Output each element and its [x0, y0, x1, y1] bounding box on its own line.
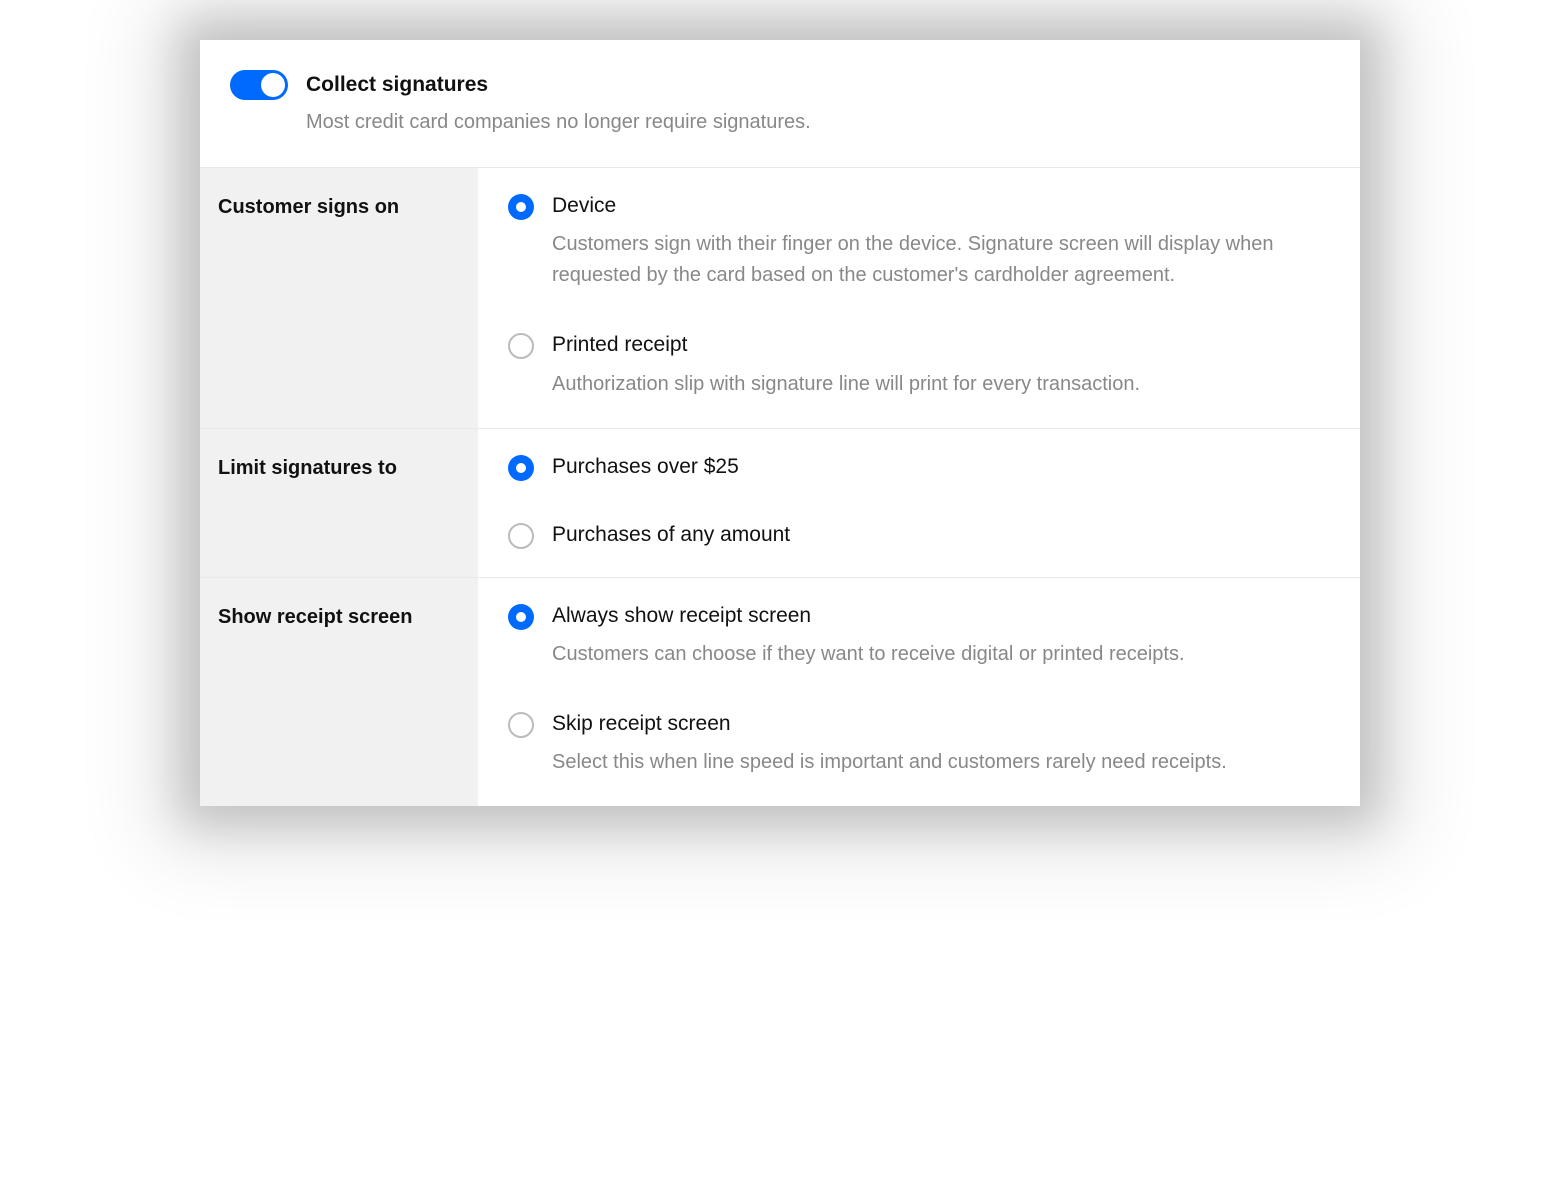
option-purchases-any-amount[interactable]: Purchases of any amount: [508, 521, 1330, 549]
option-desc: Authorization slip with signature line w…: [552, 369, 1140, 400]
option-title: Device: [552, 192, 1330, 219]
section-show-receipt-screen: Show receipt screen Always show receipt …: [200, 578, 1360, 807]
radio-unselected-icon[interactable]: [508, 523, 534, 549]
option-device[interactable]: Device Customers sign with their finger …: [508, 192, 1330, 291]
section-options: Always show receipt screen Customers can…: [478, 578, 1360, 807]
radio-unselected-icon[interactable]: [508, 712, 534, 738]
radio-unselected-icon[interactable]: [508, 333, 534, 359]
option-always-show-receipt[interactable]: Always show receipt screen Customers can…: [508, 602, 1330, 670]
option-title: Purchases of any amount: [552, 521, 790, 548]
option-desc: Customers can choose if they want to rec…: [552, 639, 1185, 670]
section-customer-signs-on: Customer signs on Device Customers sign …: [200, 168, 1360, 429]
section-options: Purchases over $25 Purchases of any amou…: [478, 429, 1360, 577]
option-skip-receipt-screen[interactable]: Skip receipt screen Select this when lin…: [508, 710, 1330, 778]
radio-selected-icon[interactable]: [508, 604, 534, 630]
header-text: Collect signatures Most credit card comp…: [306, 70, 811, 135]
option-title: Printed receipt: [552, 331, 1140, 358]
option-text: Purchases over $25: [552, 453, 739, 480]
option-title: Purchases over $25: [552, 453, 739, 480]
toggle-knob-icon: [261, 73, 285, 97]
section-label: Show receipt screen: [200, 578, 478, 807]
option-text: Skip receipt screen Select this when lin…: [552, 710, 1227, 778]
option-desc: Customers sign with their finger on the …: [552, 229, 1330, 291]
option-desc: Select this when line speed is important…: [552, 747, 1227, 778]
collect-signatures-title: Collect signatures: [306, 72, 811, 97]
collect-signatures-subtitle: Most credit card companies no longer req…: [306, 109, 811, 135]
settings-panel: Collect signatures Most credit card comp…: [200, 40, 1360, 806]
collect-signatures-toggle[interactable]: [230, 70, 288, 100]
section-limit-signatures: Limit signatures to Purchases over $25 P…: [200, 429, 1360, 578]
radio-selected-icon[interactable]: [508, 455, 534, 481]
option-printed-receipt[interactable]: Printed receipt Authorization slip with …: [508, 331, 1330, 399]
section-label: Limit signatures to: [200, 429, 478, 577]
radio-selected-icon[interactable]: [508, 194, 534, 220]
option-text: Printed receipt Authorization slip with …: [552, 331, 1140, 399]
option-purchases-over-25[interactable]: Purchases over $25: [508, 453, 1330, 481]
collect-signatures-row: Collect signatures Most credit card comp…: [200, 40, 1360, 168]
option-text: Always show receipt screen Customers can…: [552, 602, 1185, 670]
option-title: Always show receipt screen: [552, 602, 1185, 629]
option-title: Skip receipt screen: [552, 710, 1227, 737]
section-options: Device Customers sign with their finger …: [478, 168, 1360, 428]
option-text: Device Customers sign with their finger …: [552, 192, 1330, 291]
section-label: Customer signs on: [200, 168, 478, 428]
option-text: Purchases of any amount: [552, 521, 790, 548]
